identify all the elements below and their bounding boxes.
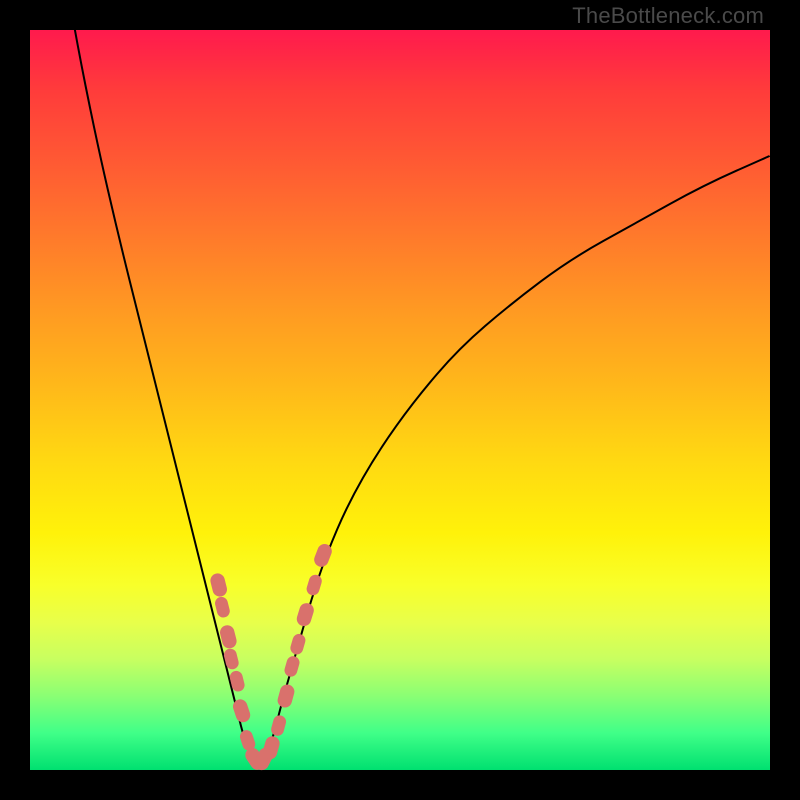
data-markers [209,542,334,773]
data-marker [295,601,316,628]
curve-svg [30,30,770,770]
bottleneck-curve [30,0,770,761]
plot-area [30,30,770,770]
chart-frame: TheBottleneck.com [0,0,800,800]
data-marker [209,572,229,598]
data-marker [276,683,296,709]
data-marker [289,632,307,656]
data-marker [223,647,240,670]
watermark-text: TheBottleneck.com [572,3,764,29]
data-marker [270,714,288,737]
data-marker [305,573,323,597]
data-marker [214,596,231,619]
data-marker [283,655,301,679]
